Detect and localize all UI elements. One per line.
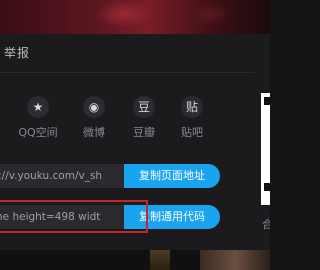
side-label: 合 [262,218,270,231]
share-weibo-label: 微博 [83,126,105,139]
bottom-thumbnails [0,250,270,270]
weibo-icon: ◉ [83,96,105,118]
copy-page-url-button[interactable]: 复制页面地址 [124,164,220,188]
share-tieba-label: 贴吧 [181,126,203,139]
video-thumbnail-strip [0,0,270,34]
share-qzone-label: QQ空间 [18,126,58,139]
share-douban-label: 豆瓣 [133,126,155,139]
share-weibo-button[interactable]: ◉ 微博 [72,96,116,140]
tieba-icon: 贴 [181,96,203,118]
divider [0,72,255,73]
douban-icon: 豆 [133,96,155,118]
highlight-annotation [0,200,148,233]
qr-code [261,93,270,205]
share-tieba-button[interactable]: 贴 贴吧 [170,96,214,140]
share-popup-screenshot: 举报 ★ QQ空间 ◉ 微博 豆 豆瓣 贴 贴吧 ps://v.youku.co… [0,0,270,270]
report-link[interactable]: 举报 [4,44,30,61]
page-url-field[interactable]: ps://v.youku.com/v_sh [0,164,130,188]
page-url-value: ps://v.youku.com/v_sh [0,170,103,182]
share-douban-button[interactable]: 豆 豆瓣 [122,96,166,140]
share-qzone-button[interactable]: ★ QQ空间 [16,96,60,140]
star-icon: ★ [27,96,49,118]
